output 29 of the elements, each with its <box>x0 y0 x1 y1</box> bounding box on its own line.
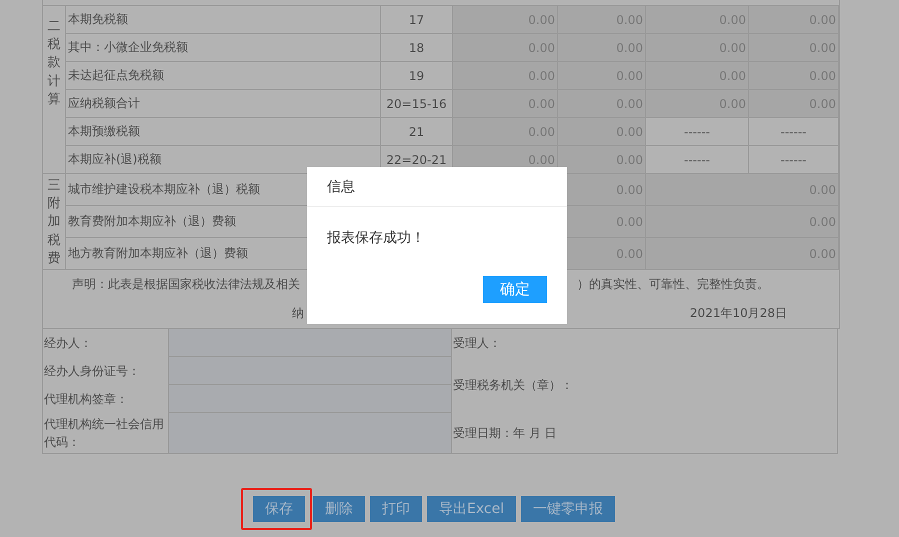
toolbar-button[interactable]: 保存 <box>253 496 305 522</box>
dialog-title: 信息 <box>307 167 567 207</box>
declaration-text: ）的真实性、可靠性、完整性负责。 <box>577 276 769 293</box>
not-applicable-cell: ------ <box>646 146 749 174</box>
receiver-label: 受理人： <box>452 334 502 352</box>
input-field[interactable] <box>169 357 452 385</box>
toolbar-button[interactable]: 删除 <box>313 496 365 522</box>
input-field[interactable] <box>169 413 452 453</box>
toolbar-button[interactable]: 导出Excel <box>427 496 516 522</box>
section-heading-cell: 三附加税费 <box>43 174 66 270</box>
signer-label: 纳 <box>292 305 304 322</box>
input-field[interactable] <box>169 329 452 357</box>
item-label: 未达起征点免税额 <box>66 62 381 90</box>
receiver-label: 受理日期：年 月 日 <box>452 424 558 442</box>
toolbar-button[interactable]: 一键零申报 <box>521 496 616 522</box>
item-label: 本期预缴税额 <box>66 118 381 146</box>
toolbar-button[interactable]: 打印 <box>370 496 422 522</box>
declaration-text: 声明：此表是根据国家税收法律法规及相关 <box>72 276 300 293</box>
item-label: 其中：小微企业免税额 <box>66 34 381 62</box>
not-applicable-cell: ------ <box>749 118 839 146</box>
section-heading-cell: 二税款计算 <box>43 6 66 174</box>
item-label: 应纳税额合计 <box>66 90 381 118</box>
receiver-label: 受理税务机关（章）： <box>452 376 574 394</box>
input-field[interactable] <box>169 385 452 413</box>
item-label: 本期免税额 <box>66 6 381 34</box>
declaration-date: 2021年10月28日 <box>690 305 787 322</box>
not-applicable-cell: ------ <box>646 118 749 146</box>
not-applicable-cell: ------ <box>749 146 839 174</box>
confirm-button[interactable]: 确定 <box>483 276 547 303</box>
